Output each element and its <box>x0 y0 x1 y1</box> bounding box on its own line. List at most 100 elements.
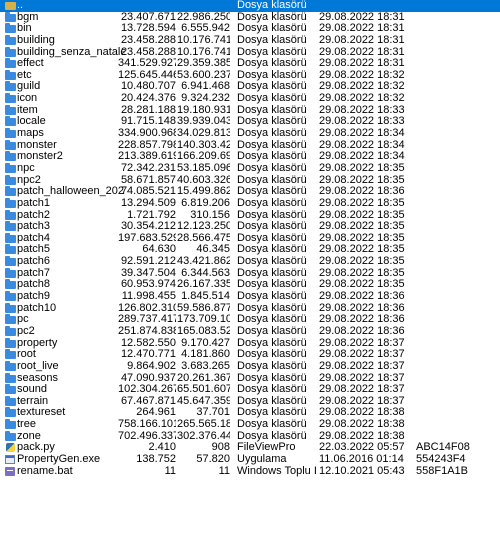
file-name: locale <box>17 116 46 128</box>
file-size: 289.737.417 <box>118 314 176 326</box>
file-row[interactable]: patch2 1.721.792 310.156 Dosya klasörü 29.08… <box>0 209 500 222</box>
file-row[interactable]: pc 289.737.417173.709.108 Dosya klasörü 29.… <box>0 314 500 326</box>
file-row[interactable]: patch10 126.802.310 59.586.877 Dosya klasör… <box>0 302 500 315</box>
file-type: Dosya klasörü <box>237 58 307 70</box>
file-name: icon <box>17 93 38 105</box>
file-row[interactable]: seasons 47.090.937 20.261.367 Dosya klasörü… <box>0 372 500 385</box>
file-size: 102.304.267 <box>118 384 176 396</box>
file-row[interactable]: .. Dosya klasörü <box>0 0 500 12</box>
file-name: patch1 <box>17 197 51 209</box>
file-row[interactable]: zone 702.496.337302.376.440 Dosya klasörü 2… <box>0 430 500 443</box>
file-size: 13.728.594 <box>120 23 176 35</box>
folder-icon <box>5 384 16 396</box>
file-type: Dosya klasörü <box>237 349 307 361</box>
file-packed-size: 265.565.181 <box>177 419 230 431</box>
file-row[interactable]: patch9 11.998.455 1.845.514 Dosya klasörü 29… <box>0 291 500 303</box>
file-row[interactable]: patch5 64.630 46.345 Dosya klasörü 29.08.202… <box>0 244 500 256</box>
file-packed-size: 29.359.385 <box>177 58 230 70</box>
file-size: 39.347.504 <box>120 267 176 279</box>
file-name: root_live <box>17 360 59 372</box>
file-packed-size: 11 <box>218 465 230 477</box>
file-packed-size: 6.819.206 <box>181 197 230 209</box>
file-row[interactable]: bin 13.728.594 6.555.942 Dosya klasörü 29.08… <box>0 23 500 35</box>
file-row[interactable]: textureset 264.961 37.701 Dosya klasörü 29.0… <box>0 407 500 419</box>
folder-icon <box>5 81 16 93</box>
file-name: etc <box>17 69 32 81</box>
file-name: seasons <box>17 372 58 384</box>
file-size: 91.715.148 <box>120 116 176 128</box>
python-file-icon <box>5 442 16 454</box>
file-row[interactable]: PropertyGen.exe 138.752 57.820 Uygulama 11.0… <box>0 454 500 466</box>
file-row[interactable]: patch8 60.953.974 26.167.335 Dosya klasörü 2… <box>0 279 500 291</box>
file-row[interactable]: building_senza_natale 23.458.288 10.176.74… <box>0 46 500 59</box>
file-row[interactable]: guild 10.480.707 6.941.468 Dosya klasörü 29.… <box>0 81 500 93</box>
file-date: 29.08.2022 18:36 <box>319 186 405 198</box>
folder-icon <box>5 58 16 70</box>
file-date: 29.08.2022 18:37 <box>319 349 405 361</box>
file-size: 64.630 <box>142 244 176 256</box>
file-row[interactable]: monster 228.857.798140.303.423 Dosya klasö… <box>0 139 500 152</box>
file-date: 29.08.2022 18:37 <box>319 395 405 407</box>
file-packed-size: 46.345 <box>196 244 230 256</box>
file-row[interactable]: item 28.281.188 19.180.931 Dosya klasörü 29.… <box>0 104 500 117</box>
file-row[interactable]: icon 20.424.376 9.324.232 Dosya klasörü 29.0… <box>0 93 500 105</box>
file-row[interactable]: etc 125.645.446 53.600.237 Dosya klasörü 29.… <box>0 69 500 82</box>
file-size: 13.294.509 <box>120 197 176 209</box>
file-row[interactable]: patch6 92.591.212 43.421.862 Dosya klasörü 2… <box>0 256 500 268</box>
file-size: 72.342.231 <box>120 162 176 174</box>
file-type: Dosya klasörü <box>237 209 307 221</box>
file-name: property <box>17 337 58 349</box>
file-row[interactable]: npc 72.342.231 53.185.096 Dosya klasörü 29.0… <box>0 162 500 175</box>
file-packed-size: 65.501.607 <box>177 384 230 396</box>
file-size: 702.496.337 <box>118 430 176 442</box>
file-packed-size: 37.701 <box>196 407 230 419</box>
file-row[interactable]: monster2 213.389.619166.209.697 Dosya klas… <box>0 151 500 163</box>
file-size: 11.998.455 <box>121 291 176 303</box>
file-date: 29.08.2022 18:34 <box>319 128 405 140</box>
file-name: effect <box>17 58 44 70</box>
file-row[interactable]: pack.py 2.410 908 FileViewPro 22.03.2022 05:… <box>0 442 500 454</box>
file-size: 60.953.974 <box>120 279 176 291</box>
file-row[interactable]: tree 758.166.101265.565.181 Dosya klasörü 2… <box>0 419 500 431</box>
file-row[interactable]: bgm 23.407.671 22.986.250 Dosya klasörü 29.0… <box>0 11 500 24</box>
file-row[interactable]: maps 334.900.968 34.029.813 Dosya klasörü 29… <box>0 128 500 140</box>
file-row[interactable]: sound 102.304.267 65.501.607 Dosya klasörü 2… <box>0 384 500 396</box>
folder-icon <box>5 407 16 419</box>
file-row[interactable]: patch4 197.683.529 28.566.475 Dosya klasörü… <box>0 232 500 245</box>
file-packed-size: 302.376.440 <box>177 430 230 442</box>
folder-icon <box>5 34 16 47</box>
file-type: Dosya klasörü <box>237 419 307 431</box>
file-row[interactable]: property 12.582.550 9.170.427 Dosya klasörü… <box>0 337 500 350</box>
file-row[interactable]: patch_halloween_2021 74.085.521 15.499.862… <box>0 186 500 198</box>
folder-icon <box>5 151 16 163</box>
file-packed-size: 53.185.096 <box>177 162 230 174</box>
file-row[interactable]: terrain 67.467.871 45.647.359 Dosya klasörü… <box>0 395 500 408</box>
file-packed-size: 173.709.108 <box>177 314 230 326</box>
file-packed-size: 310.156 <box>190 209 230 221</box>
file-size: 58.671.857 <box>120 174 176 186</box>
file-row[interactable]: patch3 30.354.212 12.123.250 Dosya klasörü 2… <box>0 221 500 233</box>
file-type: Dosya klasörü <box>237 314 307 326</box>
file-row[interactable]: building 23.458.288 10.176.741 Dosya klasör… <box>0 34 500 47</box>
folder-icon <box>5 186 16 198</box>
file-row[interactable]: locale 91.715.148 39.939.043 Dosya klasörü 2… <box>0 116 500 128</box>
folder-icon <box>5 337 16 350</box>
folder-icon <box>5 174 16 187</box>
file-type: Dosya klasörü <box>237 221 307 233</box>
file-size: 758.166.101 <box>118 419 176 431</box>
file-name: pack.py <box>17 442 55 454</box>
file-row[interactable]: root_live 9.864.902 3.683.265 Dosya klasörü… <box>0 360 500 373</box>
file-row[interactable]: effect 341.529.927 29.359.385 Dosya klasörü… <box>0 58 500 70</box>
file-name: patch9 <box>17 291 51 303</box>
folder-icon <box>5 279 16 291</box>
file-date: 29.08.2022 18:34 <box>319 139 405 151</box>
file-row[interactable]: patch7 39.347.504 6.344.563 Dosya klasörü 29… <box>0 267 500 280</box>
file-name: patch_halloween_2021 <box>17 186 125 198</box>
file-row[interactable]: patch1 13.294.509 6.819.206 Dosya klasörü 29… <box>0 197 500 210</box>
file-row[interactable]: root 12.470.771 4.181.860 Dosya klasörü 29.0… <box>0 349 500 361</box>
file-type: Dosya klasörü <box>237 93 307 105</box>
exe-file-icon <box>5 454 16 466</box>
file-row[interactable]: rename.bat 11 11 Windows Toplu İş ...12.10.… <box>0 466 500 478</box>
file-row[interactable]: npc2 58.671.857 40.603.326 Dosya klasörü 29.… <box>0 174 500 187</box>
file-row[interactable]: pc2 251.874.838165.083.526 Dosya klasörü 29… <box>0 325 500 338</box>
